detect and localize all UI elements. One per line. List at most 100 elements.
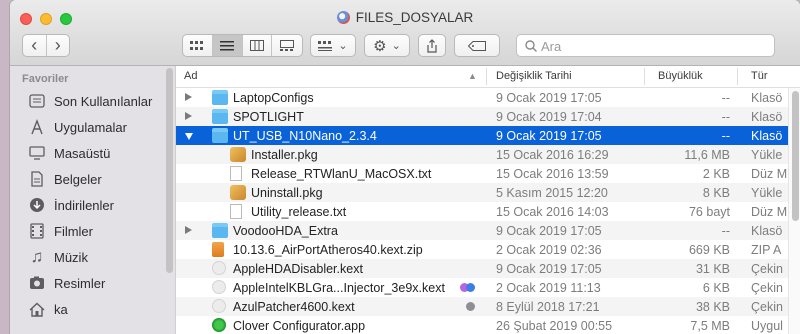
folder-row[interactable]: VoodooHDA_Extra 9 Ocak 2019 17:05 -- Klasö xyxy=(176,221,788,240)
sidebar-item-label: Uygulamalar xyxy=(54,119,127,135)
sidebar-item-label: Filmler xyxy=(54,223,93,239)
file-kind: Klasö xyxy=(751,224,783,238)
sidebar-item-applications[interactable]: Uygulamalar xyxy=(28,117,127,137)
sidebar-item-music[interactable]: ♫ Müzik xyxy=(28,247,88,267)
disclosure-expanded-icon[interactable] xyxy=(185,133,193,140)
column-view-button[interactable] xyxy=(243,35,273,56)
column-header-bar: Ad ▲ Değişiklik Tarihi Büyüklük Tür xyxy=(176,66,800,88)
column-header-name[interactable]: Ad xyxy=(184,70,197,82)
file-date: 2 Ocak 2019 11:13 xyxy=(496,281,601,295)
pictures-icon xyxy=(28,275,46,291)
file-row[interactable]: Release_RTWlanU_MacOSX.txt 15 Ocak 2016 1… xyxy=(176,164,788,183)
titlebar: FILES_DOSYALAR ‹ › ⌄ ⚙ ⌄ Ara xyxy=(10,0,800,66)
folder-proxy-icon[interactable] xyxy=(336,11,350,24)
search-icon xyxy=(525,40,537,52)
clock-icon xyxy=(28,93,46,109)
sidebar-item-label: Müzik xyxy=(54,249,88,265)
tags-button[interactable] xyxy=(454,34,500,57)
list-view-button[interactable] xyxy=(212,35,243,56)
file-list-scrollbar[interactable] xyxy=(788,88,800,334)
movies-icon xyxy=(28,223,46,239)
back-button[interactable]: ‹ xyxy=(23,35,47,56)
sidebar-scrollbar[interactable] xyxy=(164,66,174,334)
color-tag-icon xyxy=(466,283,475,292)
chevron-down-icon: ⌄ xyxy=(391,40,401,52)
file-name: UT_USB_N10Nano_2.3.4 xyxy=(233,129,377,143)
file-size: 669 KB xyxy=(688,243,730,257)
sidebar-item-pictures[interactable]: Resimler xyxy=(28,273,105,293)
file-name: 10.13.6_AirPortAtheros40.kext.zip xyxy=(233,243,423,257)
file-date: 9 Ocak 2019 17:05 xyxy=(496,91,602,105)
tag-icon xyxy=(468,40,486,51)
disclosure-collapsed-icon[interactable] xyxy=(185,226,192,234)
file-list-scroll-thumb[interactable] xyxy=(792,91,799,221)
column-header-size[interactable]: Büyüklük xyxy=(658,70,703,82)
kernel-extension-icon xyxy=(212,299,226,313)
file-name: SPOTLIGHT xyxy=(233,110,304,124)
file-row[interactable]: Clover Configurator.app 26 Şubat 2019 00:… xyxy=(176,316,788,334)
app-icon xyxy=(212,318,226,332)
search-field[interactable] xyxy=(516,34,775,57)
group-by-button[interactable]: ⌄ xyxy=(310,34,356,57)
chevron-down-icon: ⌄ xyxy=(338,40,348,52)
file-row[interactable]: AppleHDADisabler.kext 9 Ocak 2019 17:05 31… xyxy=(176,259,788,278)
sidebar-item-movies[interactable]: Filmler xyxy=(28,221,93,241)
file-row[interactable]: AppleIntelKBLGra...Injector_3e9x.kext 2 O… xyxy=(176,278,788,297)
documents-icon xyxy=(28,171,46,187)
file-name: Release_RTWlanU_MacOSX.txt xyxy=(251,167,432,181)
folder-row[interactable]: LaptopConfigs 9 Ocak 2019 17:05 -- Klasö xyxy=(176,88,788,107)
group-icon xyxy=(318,40,333,51)
file-kind: Uygul xyxy=(751,319,783,333)
folder-icon xyxy=(212,90,228,105)
file-kind: Yükle xyxy=(751,148,783,162)
file-name: Utility_release.txt xyxy=(251,205,347,219)
file-size: 8 KB xyxy=(702,186,730,200)
folder-row[interactable]: UT_USB_N10Nano_2.3.4 9 Ocak 2019 17:05 -- K… xyxy=(176,126,788,145)
downloads-icon xyxy=(28,197,46,213)
icon-view-button[interactable] xyxy=(183,35,213,56)
folder-row[interactable]: SPOTLIGHT 9 Ocak 2019 17:04 -- Klasö xyxy=(176,107,788,126)
column-header-kind[interactable]: Tür xyxy=(751,70,768,82)
disclosure-collapsed-icon[interactable] xyxy=(185,93,192,101)
back-chevron-icon: ‹ xyxy=(31,35,38,55)
forward-chevron-icon: › xyxy=(54,35,61,55)
file-name: Installer.pkg xyxy=(251,148,318,162)
sidebar-item-documents[interactable]: Belgeler xyxy=(28,169,102,189)
action-menu-button[interactable]: ⚙ ⌄ xyxy=(364,34,410,57)
file-date: 15 Ocak 2016 13:59 xyxy=(496,167,609,181)
share-button[interactable] xyxy=(418,34,446,57)
file-date: 5 Kasım 2015 12:20 xyxy=(496,186,608,200)
file-list: LaptopConfigs 9 Ocak 2019 17:05 -- Klasö SPO… xyxy=(176,88,788,334)
search-input[interactable] xyxy=(541,38,766,54)
gallery-view-button[interactable] xyxy=(272,35,302,56)
column-header-date[interactable]: Değişiklik Tarihi xyxy=(496,70,572,82)
file-row[interactable]: Utility_release.txt 15 Ocak 2016 14:03 76 … xyxy=(176,202,788,221)
kernel-extension-icon xyxy=(212,261,226,275)
column-divider[interactable] xyxy=(486,68,487,85)
column-divider[interactable] xyxy=(644,68,645,85)
file-row[interactable]: Installer.pkg 15 Ocak 2016 16:29 11,6 MB Yü… xyxy=(176,145,788,164)
file-kind: Çekin xyxy=(751,281,783,295)
sidebar-item-home[interactable]: ka xyxy=(28,299,68,319)
file-kind: Düz M xyxy=(751,205,788,219)
file-name: AppleIntelKBLGra...Injector_3e9x.kext xyxy=(233,281,445,295)
file-name: Clover Configurator.app xyxy=(233,319,366,333)
file-size: -- xyxy=(721,224,730,238)
file-size: 7,5 MB xyxy=(690,319,730,333)
sidebar-item-recents[interactable]: Son Kullanılanlar xyxy=(28,91,152,111)
file-name: LaptopConfigs xyxy=(233,91,314,105)
sidebar-scroll-thumb[interactable] xyxy=(166,68,173,273)
sidebar-item-downloads[interactable]: İndirilenler xyxy=(28,195,114,215)
column-divider[interactable] xyxy=(737,68,738,85)
sort-chevron-icon[interactable]: ▲ xyxy=(468,71,477,81)
forward-button[interactable]: › xyxy=(47,35,70,56)
file-row[interactable]: Uninstall.pkg 5 Kasım 2015 12:20 8 KB Yükle xyxy=(176,183,788,202)
sidebar-item-desktop[interactable]: Masaüstü xyxy=(28,143,110,163)
file-row[interactable]: AzulPatcher4600.kext 8 Eylül 2018 17:21 38… xyxy=(176,297,788,316)
folder-icon xyxy=(212,223,228,238)
file-date: 15 Ocak 2016 14:03 xyxy=(496,205,609,219)
file-row[interactable]: 10.13.6_AirPortAtheros40.kext.zip 2 Ocak … xyxy=(176,240,788,259)
disclosure-collapsed-icon[interactable] xyxy=(185,112,192,120)
back-forward-control: ‹ › xyxy=(22,34,70,57)
file-kind: Klasö xyxy=(751,129,783,143)
